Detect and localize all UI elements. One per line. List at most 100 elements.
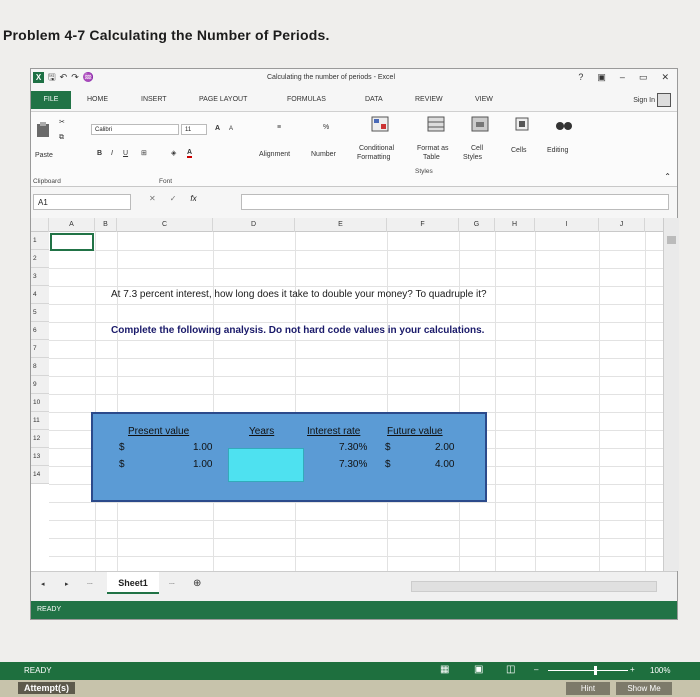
restore-button[interactable]: ▭ [639, 72, 648, 83]
column-header-c[interactable]: C [117, 218, 213, 232]
column-header-a[interactable]: A [49, 218, 95, 232]
column-header-j[interactable]: J [599, 218, 645, 232]
page-layout-view-icon[interactable]: ▣ [474, 664, 483, 675]
avatar[interactable] [657, 93, 671, 107]
tab-file[interactable]: FILE [31, 91, 71, 109]
present-value-cell[interactable]: 1.00 [193, 442, 212, 453]
instruction-cell[interactable]: Complete the following analysis. Do not … [111, 325, 484, 336]
cut-icon[interactable]: ✂ [59, 118, 65, 126]
percent-icon[interactable]: % [323, 124, 329, 131]
horizontal-scrollbar[interactable] [411, 581, 657, 592]
column-header-f[interactable]: F [387, 218, 459, 232]
scroll-thumb[interactable] [667, 236, 676, 244]
number-button[interactable]: Number [311, 151, 336, 158]
column-header-e[interactable]: E [295, 218, 387, 232]
collapse-ribbon-icon[interactable]: ⌃ [664, 172, 671, 181]
conditional-formatting-button[interactable]: Conditional [359, 145, 394, 152]
row-header[interactable]: 5 [31, 304, 49, 322]
cell-styles-icon[interactable] [471, 116, 489, 132]
shrink-font-button[interactable]: A [229, 126, 233, 132]
save-icon[interactable]: 🖫 [48, 72, 56, 83]
insert-function-button[interactable]: fx [190, 194, 196, 203]
tab-view[interactable]: VIEW [475, 96, 493, 103]
row-header[interactable]: 3 [31, 268, 49, 286]
hint-button[interactable]: Hint [566, 682, 610, 695]
undo-icon[interactable]: ↶ [60, 72, 68, 83]
editing-button[interactable]: Editing [547, 147, 568, 154]
close-button[interactable]: ✕ [661, 72, 669, 83]
copy-icon[interactable]: ⧉ [59, 134, 64, 142]
bold-button[interactable]: B [97, 150, 102, 157]
row-header[interactable]: 8 [31, 358, 49, 376]
borders-icon[interactable]: ⊞ [141, 149, 147, 157]
more-sheets-right[interactable]: ... [169, 579, 175, 586]
underline-button[interactable]: U [123, 150, 128, 157]
alignment-icon[interactable]: ≡ [277, 124, 281, 131]
font-name-box[interactable]: Calibri [91, 124, 179, 135]
prev-sheet-button[interactable]: ◂ [41, 580, 45, 588]
ribbon-display-button[interactable]: ▣ [597, 72, 606, 83]
cell-styles-button[interactable]: Cell [471, 145, 483, 152]
tab-home[interactable]: HOME [87, 96, 108, 103]
next-sheet-button[interactable]: ▸ [65, 580, 69, 588]
name-box[interactable]: A1 [33, 194, 131, 210]
row-header[interactable]: 2 [31, 250, 49, 268]
clipboard-icon[interactable] [35, 122, 53, 138]
future-value-cell[interactable]: 2.00 [435, 442, 454, 453]
row-header[interactable]: 7 [31, 340, 49, 358]
zoom-level[interactable]: 100% [650, 666, 670, 675]
cells-button[interactable]: Cells [511, 147, 527, 154]
alignment-button[interactable]: Alignment [259, 151, 290, 158]
row-header[interactable]: 6 [31, 322, 49, 340]
zoom-out-button[interactable]: – [534, 665, 538, 674]
row-header[interactable]: 1 [31, 232, 49, 250]
zoom-slider[interactable] [548, 670, 628, 671]
column-header-h[interactable]: H [495, 218, 535, 232]
present-value-cell[interactable]: 1.00 [193, 459, 212, 470]
row-header[interactable]: 13 [31, 448, 49, 466]
attempts-button[interactable]: Attempt(s) [18, 682, 75, 694]
tab-data[interactable]: DATA [365, 96, 383, 103]
more-sheets-left[interactable]: ... [87, 579, 93, 586]
fill-color-icon[interactable]: ◈ [171, 149, 176, 157]
row-header[interactable]: 9 [31, 376, 49, 394]
row-header[interactable]: 12 [31, 430, 49, 448]
redo-icon[interactable]: ↷ [71, 72, 79, 83]
minimize-button[interactable]: – [620, 72, 625, 83]
font-size-box[interactable]: 11 [181, 124, 207, 135]
add-sheet-icon[interactable]: ⊕ [193, 578, 201, 589]
cells-icon[interactable] [513, 116, 531, 132]
column-header-d[interactable]: D [213, 218, 295, 232]
page-break-view-icon[interactable]: ◫ [506, 664, 515, 675]
sheet-tab-sheet1[interactable]: Sheet1 [107, 572, 159, 594]
help-button[interactable]: ? [578, 72, 583, 83]
vertical-scrollbar[interactable] [663, 218, 679, 571]
zoom-in-button[interactable]: + [630, 665, 635, 674]
normal-view-icon[interactable]: ▦ [440, 664, 449, 675]
zoom-slider-thumb[interactable] [594, 666, 597, 675]
sign-in[interactable]: Sign In [633, 93, 671, 107]
tab-insert[interactable]: INSERT [141, 96, 167, 103]
italic-button[interactable]: I [111, 150, 113, 157]
column-header-i[interactable]: I [535, 218, 599, 232]
paste-button[interactable]: Paste [35, 152, 53, 159]
conditional-formatting-icon[interactable] [371, 116, 389, 132]
row-header[interactable]: 14 [31, 466, 49, 484]
row-header[interactable]: 4 [31, 286, 49, 304]
tab-page-layout[interactable]: PAGE LAYOUT [199, 96, 247, 103]
format-as-table-icon[interactable] [427, 116, 445, 132]
customize-qat-icon[interactable]: ♒ [83, 72, 94, 83]
grow-font-button[interactable]: A [215, 125, 220, 132]
formula-input[interactable] [241, 194, 669, 210]
column-header-g[interactable]: G [459, 218, 495, 232]
future-value-cell[interactable]: 4.00 [435, 459, 454, 470]
font-color-button[interactable]: A [187, 149, 193, 158]
tab-formulas[interactable]: FORMULAS [287, 96, 326, 103]
column-header-b[interactable]: B [95, 218, 117, 232]
select-all-corner[interactable] [31, 218, 49, 232]
interest-rate-cell[interactable]: 7.30% [339, 459, 367, 470]
sign-in-label[interactable]: Sign In [633, 97, 655, 104]
interest-rate-cell[interactable]: 7.30% [339, 442, 367, 453]
selected-cell-a1[interactable] [50, 233, 94, 251]
show-me-button[interactable]: Show Me [616, 682, 672, 695]
